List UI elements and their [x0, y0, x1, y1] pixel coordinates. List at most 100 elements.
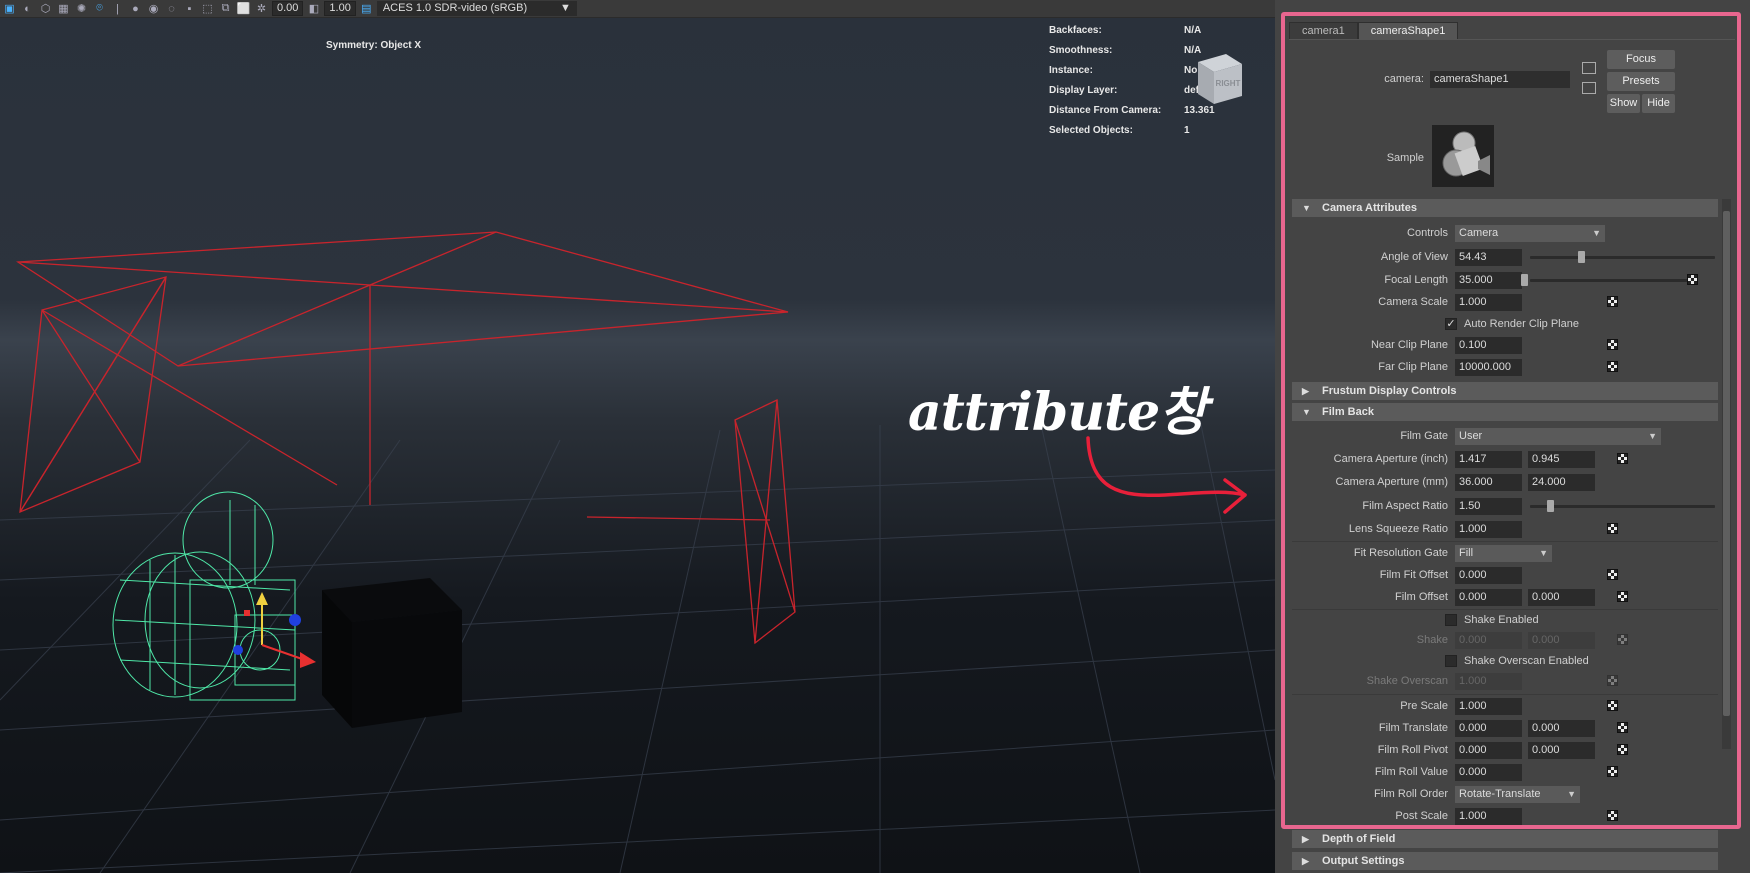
focal-length-label: Focal Length — [1384, 274, 1448, 286]
exposure-field[interactable]: 0.00 — [272, 1, 304, 16]
wireframe-cube-icon[interactable]: ⬡ — [38, 2, 53, 16]
shake-overscan-label: Shake Overscan — [1366, 675, 1448, 687]
section-output-settings[interactable]: ▶ Output Settings — [1292, 852, 1718, 870]
film-fit-offset-field[interactable]: 0.000 — [1455, 567, 1522, 584]
angle-of-view-slider-handle[interactable] — [1578, 251, 1585, 263]
section-frustum-display-controls[interactable]: ▶ Frustum Display Controls — [1292, 382, 1718, 400]
fit-resolution-gate-label: Fit Resolution Gate — [1353, 547, 1448, 559]
near-clip-map-icon[interactable] — [1607, 339, 1618, 350]
fit-resolution-gate-dropdown[interactable]: Fill ▼ — [1455, 545, 1552, 562]
shake-overscan-enabled-checkbox[interactable] — [1445, 655, 1457, 667]
light-icon[interactable]: ✺ — [74, 2, 89, 16]
focus-button[interactable]: Focus — [1607, 50, 1675, 69]
gamma-field[interactable]: 1.00 — [324, 1, 356, 16]
viewcube[interactable]: RIGHT — [1190, 50, 1246, 106]
section-camera-attributes[interactable]: ▼ Camera Attributes — [1292, 199, 1718, 217]
film-roll-value-field[interactable]: 0.000 — [1455, 764, 1522, 781]
grid-icon[interactable]: ▪ — [182, 2, 197, 16]
ae-scrollbar[interactable] — [1722, 199, 1731, 749]
shading-icon[interactable]: ◐ — [20, 2, 35, 16]
aspect-ratio-slider-handle[interactable] — [1547, 500, 1554, 512]
auto-render-clip-checkbox[interactable]: ✓ — [1445, 318, 1457, 330]
aperture-inch-map-icon[interactable] — [1617, 453, 1628, 464]
post-scale-map-icon[interactable] — [1607, 810, 1618, 821]
color-space-dropdown[interactable]: ACES 1.0 SDR-video (sRGB) ▼ — [376, 1, 577, 16]
film-fit-offset-map-icon[interactable] — [1607, 569, 1618, 580]
angle-of-view-field[interactable]: 54.43 — [1455, 249, 1522, 266]
xray-icon[interactable]: ◉ — [146, 2, 161, 16]
focal-length-slider-handle[interactable] — [1521, 274, 1528, 286]
tab-camerashape1[interactable]: cameraShape1 — [1357, 22, 1459, 39]
film-roll-pivot-map-icon[interactable] — [1617, 744, 1628, 755]
film-roll-value-map-icon[interactable] — [1607, 766, 1618, 777]
lens-squeeze-field[interactable]: 1.000 — [1455, 521, 1522, 538]
lens-squeeze-map-icon[interactable] — [1607, 523, 1618, 534]
load-output-icon[interactable] — [1582, 82, 1596, 94]
resolution-gate-icon[interactable]: ⬜ — [236, 2, 251, 16]
color-management-icon[interactable]: ▤ — [359, 2, 374, 16]
film-roll-order-dropdown[interactable]: Rotate-Translate ▼ — [1455, 786, 1580, 803]
controls-dropdown[interactable]: Camera ▼ — [1455, 225, 1605, 242]
film-translate-map-icon[interactable] — [1617, 722, 1628, 733]
section-film-back[interactable]: ▼ Film Back — [1292, 403, 1718, 421]
load-input-icon[interactable] — [1582, 62, 1596, 74]
select-icon[interactable]: ⬚ — [200, 2, 215, 16]
aperture-mm-x-field[interactable]: 36.000 — [1455, 474, 1522, 491]
cube-object[interactable] — [322, 578, 462, 728]
annotation-arrowhead — [1223, 478, 1247, 514]
show-button[interactable]: Show — [1607, 94, 1640, 113]
camera-scale-field[interactable]: 1.000 — [1455, 294, 1522, 311]
shake-enabled-checkbox[interactable] — [1445, 614, 1457, 626]
aperture-inch-y-field[interactable]: 0.945 — [1528, 451, 1595, 468]
shadow-icon[interactable]: ⌾ — [92, 2, 107, 16]
hide-button[interactable]: Hide — [1642, 94, 1675, 113]
aspect-ratio-slider[interactable] — [1530, 505, 1715, 508]
section-depth-of-field[interactable]: ▶ Depth of Field — [1292, 830, 1718, 848]
film-roll-pivot-x-field[interactable]: 0.000 — [1455, 742, 1522, 759]
aspect-ratio-field[interactable]: 1.50 — [1455, 498, 1522, 515]
wire-on-shaded-icon[interactable]: ◌ — [164, 2, 179, 16]
pre-scale-map-icon[interactable] — [1607, 700, 1618, 711]
angle-of-view-label: Angle of View — [1380, 251, 1448, 263]
move-manipulator[interactable] — [233, 592, 316, 668]
chevron-down-icon: ▼ — [1567, 789, 1576, 799]
far-clip-field[interactable]: 10000.000 — [1455, 359, 1522, 376]
aperture-mm-y-field[interactable]: 24.000 — [1528, 474, 1595, 491]
film-roll-pivot-label: Film Roll Pivot — [1377, 744, 1448, 756]
far-clip-map-icon[interactable] — [1607, 361, 1618, 372]
film-fit-offset-label: Film Fit Offset — [1379, 569, 1448, 581]
textured-icon[interactable]: ▦ — [56, 2, 71, 16]
near-clip-field[interactable]: 0.100 — [1455, 337, 1522, 354]
presets-button[interactable]: Presets — [1607, 72, 1675, 91]
ae-scrollbar-thumb[interactable] — [1723, 211, 1730, 716]
isolate-icon[interactable]: ● — [128, 2, 143, 16]
film-gate-icon[interactable]: ⧉ — [218, 2, 233, 16]
aperture-inch-x-field[interactable]: 1.417 — [1455, 451, 1522, 468]
pre-scale-field[interactable]: 1.000 — [1455, 698, 1522, 715]
tab-camera1[interactable]: camera1 — [1289, 22, 1358, 39]
camera-name-field[interactable]: cameraShape1 — [1430, 71, 1570, 88]
focal-length-slider[interactable] — [1530, 279, 1698, 282]
film-gate-dropdown[interactable]: User ▼ — [1455, 428, 1661, 445]
angle-of-view-slider[interactable] — [1530, 256, 1715, 259]
film-offset-x-field[interactable]: 0.000 — [1455, 589, 1522, 606]
post-scale-field[interactable]: 1.000 — [1455, 808, 1522, 825]
divider — [1292, 541, 1718, 542]
film-roll-pivot-y-field[interactable]: 0.000 — [1528, 742, 1595, 759]
camera-scale-map-icon[interactable] — [1607, 296, 1618, 307]
film-offset-y-field[interactable]: 0.000 — [1528, 589, 1595, 606]
focal-length-map-icon[interactable] — [1687, 274, 1698, 285]
camera-icon[interactable]: ▣ — [2, 2, 17, 16]
film-offset-map-icon[interactable] — [1617, 591, 1628, 602]
shake-overscan-field: 1.000 — [1455, 673, 1522, 690]
viewport-3d[interactable]: ▣ ◐ ⬡ ▦ ✺ ⌾ | ● ◉ ◌ ▪ ⬚ ⧉ ⬜ ✲ 0.00 ◧ 1.0… — [0, 0, 1275, 873]
film-translate-y-field[interactable]: 0.000 — [1528, 720, 1595, 737]
film-translate-x-field[interactable]: 0.000 — [1455, 720, 1522, 737]
gamma-icon[interactable]: ◧ — [306, 2, 321, 16]
focal-length-field[interactable]: 35.000 — [1455, 272, 1522, 289]
fit-resolution-gate-value: Fill — [1459, 547, 1474, 559]
viewcube-label: RIGHT — [1216, 79, 1241, 88]
exposure-icon[interactable]: ✲ — [254, 2, 269, 16]
controls-label: Controls — [1407, 227, 1448, 239]
hud-value: 1 — [1184, 124, 1190, 136]
